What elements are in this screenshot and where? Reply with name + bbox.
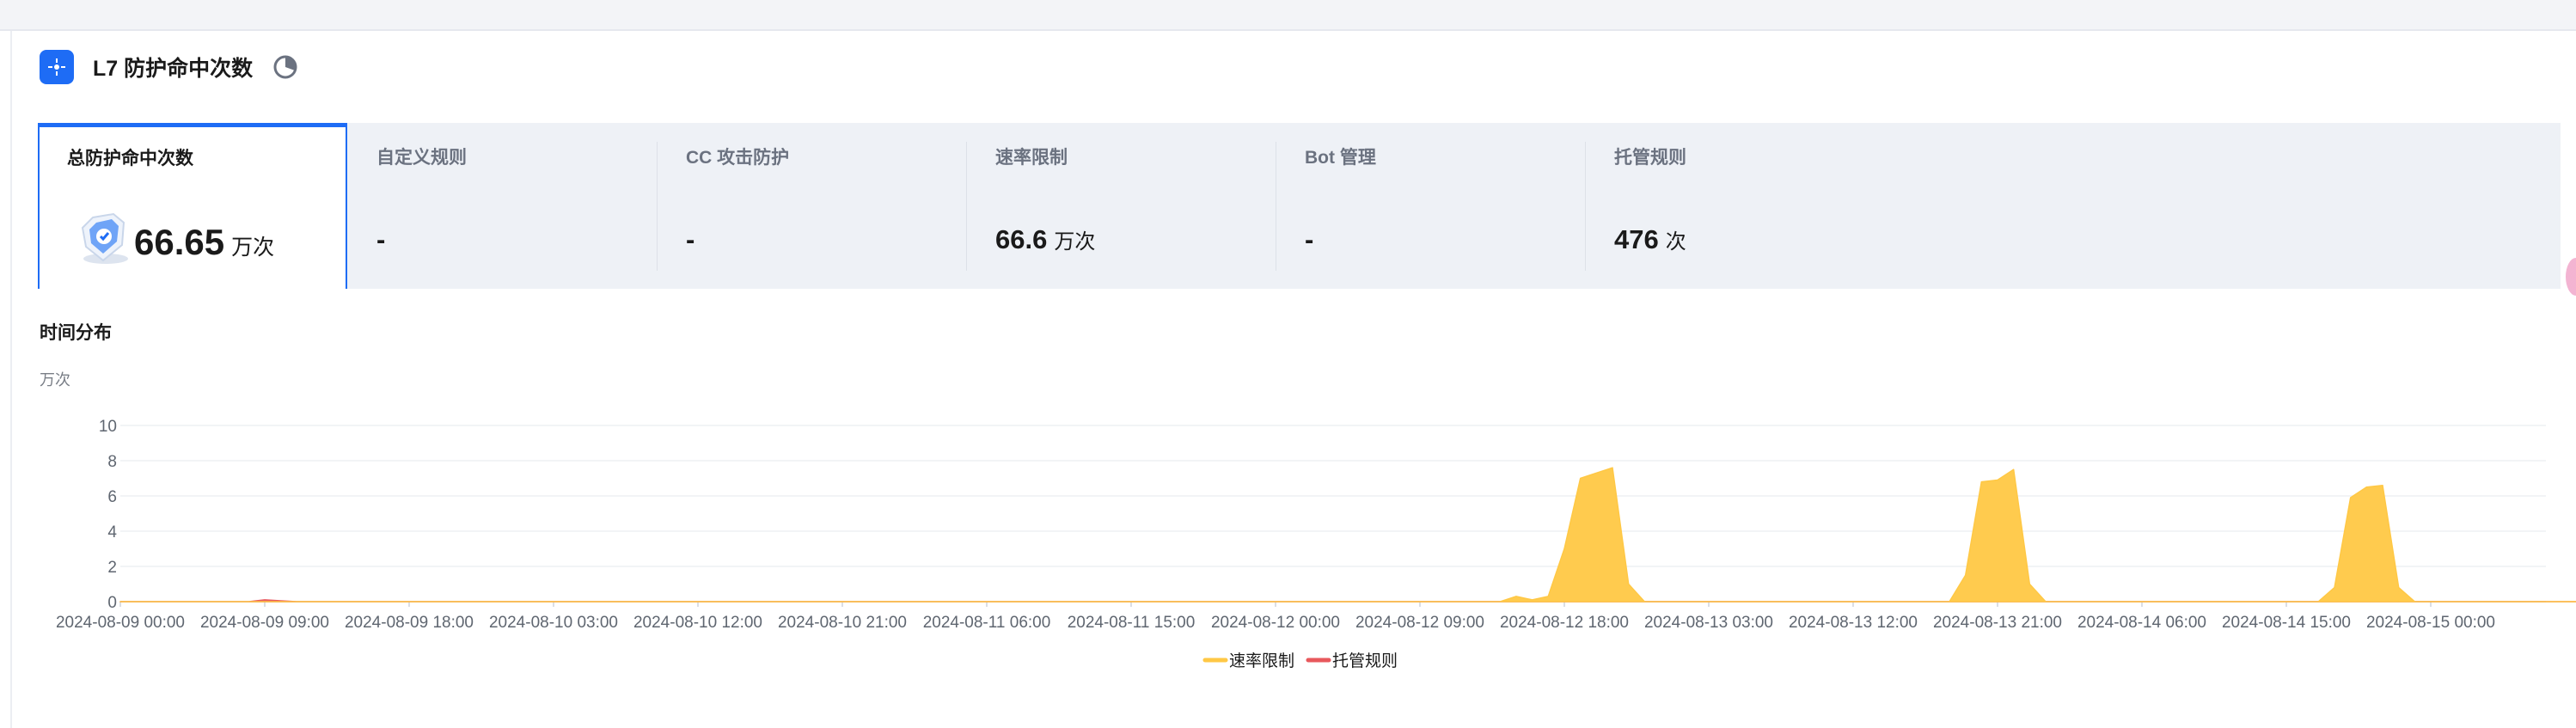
tab-separator bbox=[966, 142, 967, 271]
tab-separator bbox=[1585, 142, 1586, 271]
tab-label: 速率限制 bbox=[995, 148, 1068, 168]
x-tick-label: 2024-08-14 06:00 bbox=[2077, 614, 2206, 632]
x-tick-label: 2024-08-12 18:00 bbox=[1500, 614, 1629, 632]
x-tick-label: 2024-08-12 00:00 bbox=[1211, 614, 1340, 632]
x-tick-label: 2024-08-10 12:00 bbox=[633, 614, 762, 632]
series-area bbox=[119, 467, 2576, 603]
y-tick-label: 6 bbox=[107, 488, 117, 506]
tab-total-hits[interactable]: 总防护命中次数 66.65 万次 bbox=[38, 123, 347, 289]
x-tick-label: 2024-08-11 06:00 bbox=[923, 614, 1051, 632]
floating-helper-button[interactable] bbox=[2566, 258, 2576, 296]
x-tick-label: 2024-08-15 00:00 bbox=[2366, 614, 2495, 632]
top-bar bbox=[0, 0, 2576, 31]
y-axis-unit: 万次 bbox=[40, 371, 70, 388]
x-tick-label: 2024-08-10 03:00 bbox=[489, 614, 618, 632]
tab-rate-limit[interactable]: 速率限制 66.6 万次 bbox=[966, 123, 1276, 289]
tab-cc-protection[interactable]: CC 攻击防护 - bbox=[657, 123, 966, 289]
y-tick-label: 0 bbox=[107, 594, 117, 612]
tab-separator bbox=[657, 142, 658, 271]
legend-label: 托管规则 bbox=[1332, 652, 1398, 670]
section-title: 时间分布 bbox=[40, 323, 112, 343]
page-title: L7 防护命中次数 bbox=[93, 57, 254, 81]
tab-value: 66.65 万次 bbox=[134, 222, 275, 262]
tab-managed-rules[interactable]: 托管规则 476 次 bbox=[1585, 123, 1894, 289]
tab-value: - bbox=[376, 224, 386, 254]
y-tick-label: 8 bbox=[107, 453, 117, 471]
x-tick-label: 2024-08-13 03:00 bbox=[1644, 614, 1773, 632]
x-tick-label: 2024-08-11 15:00 bbox=[1068, 614, 1196, 632]
tab-value: - bbox=[1305, 224, 1314, 254]
tab-label: 总防护命中次数 bbox=[67, 149, 193, 168]
x-tick-label: 2024-08-14 15:00 bbox=[2222, 614, 2351, 632]
y-tick-label: 4 bbox=[107, 523, 117, 541]
panel-header: L7 防护命中次数 bbox=[40, 48, 299, 86]
target-icon bbox=[40, 50, 74, 84]
x-tick-label: 2024-08-13 12:00 bbox=[1789, 614, 1918, 632]
y-tick-label: 10 bbox=[99, 418, 117, 436]
x-tick-label: 2024-08-13 21:00 bbox=[1933, 614, 2062, 632]
tab-value: 476 次 bbox=[1614, 224, 1686, 254]
y-tick-label: 2 bbox=[107, 559, 117, 577]
shield-icon bbox=[81, 212, 128, 264]
tab-value: - bbox=[686, 224, 695, 254]
pie-chart-icon[interactable] bbox=[272, 53, 299, 81]
time-distribution-chart[interactable]: 0 2 4 6 8 10 2024-08-09 00:00 2024-08-09 09:00 2… bbox=[0, 404, 2576, 696]
x-tick-label: 2024-08-09 09:00 bbox=[200, 614, 329, 632]
tab-custom-rules[interactable]: 自定义规则 - bbox=[347, 123, 657, 289]
tab-label: CC 攻击防护 bbox=[686, 148, 790, 168]
tab-label: 自定义规则 bbox=[376, 148, 467, 168]
x-tick-label: 2024-08-10 21:00 bbox=[778, 614, 907, 632]
x-tick-label: 2024-08-09 00:00 bbox=[56, 614, 185, 632]
metric-tabs: 总防护命中次数 66.65 万次 自定义规则 - CC 攻击防护 - 速率限制 6… bbox=[38, 123, 2561, 289]
x-tick-label: 2024-08-09 18:00 bbox=[345, 614, 474, 632]
tab-label: 托管规则 bbox=[1614, 148, 1686, 168]
tab-label: Bot 管理 bbox=[1305, 148, 1376, 168]
x-tick-label: 2024-08-12 09:00 bbox=[1355, 614, 1484, 632]
tab-value: 66.6 万次 bbox=[995, 224, 1096, 254]
tab-bot-management[interactable]: Bot 管理 - bbox=[1276, 123, 1585, 289]
legend-label: 速率限制 bbox=[1229, 652, 1294, 670]
